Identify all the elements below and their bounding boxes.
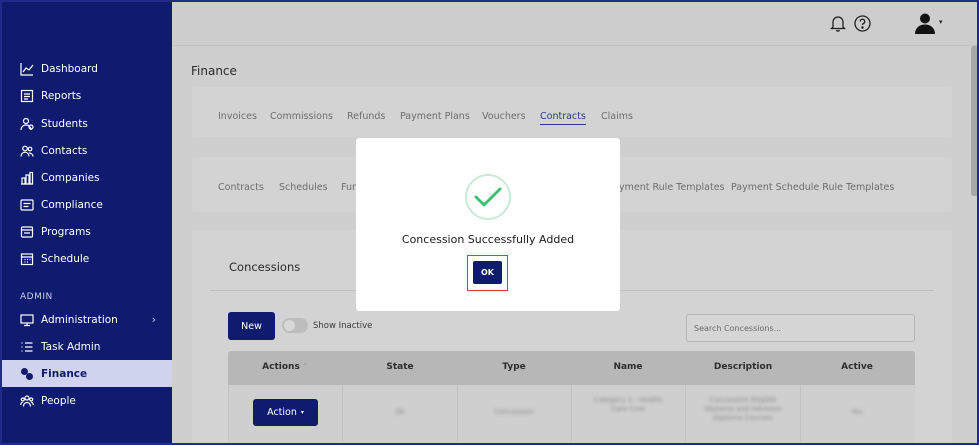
help-icon[interactable] (854, 15, 871, 32)
cell-type: Concession (494, 408, 534, 416)
column-divider (342, 385, 343, 443)
calendar-icon (20, 252, 34, 266)
contacts-icon (20, 144, 34, 158)
page-title: Finance (191, 64, 237, 78)
sidebar-item-compliance[interactable]: Compliance (2, 191, 172, 218)
sidebar-item-companies[interactable]: Companies (2, 164, 172, 191)
show-inactive-label: Show Inactive (313, 321, 373, 331)
search-input[interactable]: Search Concessions... (686, 314, 915, 342)
dialog-message: Concession Successfully Added (401, 233, 575, 246)
column-divider (457, 385, 458, 443)
cell-state: Ok (395, 408, 405, 416)
subtab-schedules[interactable]: Schedules (279, 182, 328, 193)
show-inactive-toggle[interactable] (282, 318, 308, 333)
sidebar: Dashboard Reports Students Contacts Comp… (2, 2, 172, 443)
sidebar-item-reports[interactable]: Reports (2, 82, 172, 109)
cell-description: Concession Eligible Diploma and Advance … (704, 396, 782, 422)
sidebar-item-label: Administration (41, 313, 118, 326)
sidebar-item-label: Schedule (41, 252, 90, 265)
sidebar-item-label: Contacts (41, 144, 88, 157)
sidebar-item-administration[interactable]: Administration › (2, 306, 172, 333)
sidebar-item-programs[interactable]: Programs (2, 218, 172, 245)
tab-vouchers[interactable]: Vouchers (482, 111, 526, 122)
cell-name: Category 1 - Health Care Cost (593, 396, 663, 413)
cell-active: Yes (851, 408, 863, 416)
report-icon (20, 89, 34, 103)
chevron-down-icon: ▾ (300, 409, 304, 416)
app-frame: Dashboard Reports Students Contacts Comp… (0, 0, 979, 445)
ok-button[interactable]: OK (473, 261, 502, 284)
scrollbar[interactable] (971, 46, 977, 196)
sidebar-item-label: Task Admin (41, 340, 101, 353)
sidebar-item-finance[interactable]: Finance (2, 360, 172, 387)
subtab-contracts[interactable]: Contracts (218, 182, 264, 193)
column-header-type: Type (502, 362, 526, 372)
sidebar-item-label: Compliance (41, 198, 103, 211)
sidebar-item-label: Finance (41, 367, 88, 380)
sidebar-item-dashboard[interactable]: Dashboard (2, 55, 172, 82)
students-icon (20, 117, 34, 131)
people-icon (20, 394, 34, 408)
chart-line-icon (20, 62, 34, 76)
tab-claims[interactable]: Claims (601, 111, 633, 122)
tab-refunds[interactable]: Refunds (347, 111, 385, 122)
sidebar-item-label: Reports (41, 89, 82, 102)
row-action-label: Action (267, 407, 297, 418)
success-check-icon (465, 174, 511, 220)
sidebar-item-students[interactable]: Students (2, 110, 172, 137)
chevron-right-icon: › (151, 313, 156, 326)
user-menu-caret-icon[interactable]: ▾ (939, 18, 943, 26)
list-icon (20, 340, 34, 354)
sidebar-item-label: People (41, 394, 76, 407)
column-divider (800, 385, 801, 443)
column-header-name: Name (613, 362, 643, 372)
column-divider (571, 385, 572, 443)
column-header-description: Description (713, 362, 773, 372)
bell-icon[interactable] (829, 14, 847, 32)
sidebar-item-task-admin[interactable]: Task Admin (2, 333, 172, 360)
tab-commissions[interactable]: Commissions (270, 111, 333, 122)
sidebar-item-label: Dashboard (41, 62, 98, 75)
sidebar-item-contacts[interactable]: Contacts (2, 137, 172, 164)
sort-arrow-icon: ⌃ (302, 362, 308, 370)
column-header-actions[interactable]: Actions (262, 362, 300, 372)
companies-icon (20, 171, 34, 185)
finance-icon (20, 367, 34, 381)
subtab-payment-rule-templates[interactable]: yment Rule Templates (619, 182, 724, 193)
sidebar-item-schedule[interactable]: Schedule (2, 245, 172, 272)
sidebar-section-admin: ADMIN (20, 292, 53, 302)
tab-invoices[interactable]: Invoices (218, 111, 257, 122)
column-header-state: State (386, 362, 414, 372)
column-header-active: Active (841, 362, 873, 372)
concessions-title: Concessions (229, 260, 301, 274)
sidebar-item-label: Programs (41, 225, 91, 238)
new-button[interactable]: New (228, 312, 275, 340)
programs-icon (20, 225, 34, 239)
tab-contracts[interactable]: Contracts (540, 111, 586, 125)
subtab-payment-schedule-rule-templates[interactable]: Payment Schedule Rule Templates (731, 182, 894, 193)
tab-payment-plans[interactable]: Payment Plans (400, 111, 470, 122)
sidebar-item-people[interactable]: People (2, 387, 172, 414)
table-header (228, 351, 915, 385)
compliance-icon (20, 198, 34, 212)
row-action-button[interactable]: Action ▾ (253, 399, 318, 426)
monitor-icon (20, 313, 34, 327)
sidebar-item-label: Companies (41, 171, 100, 184)
sidebar-item-label: Students (41, 117, 88, 130)
user-avatar-icon[interactable] (914, 12, 936, 34)
column-divider (685, 385, 686, 443)
